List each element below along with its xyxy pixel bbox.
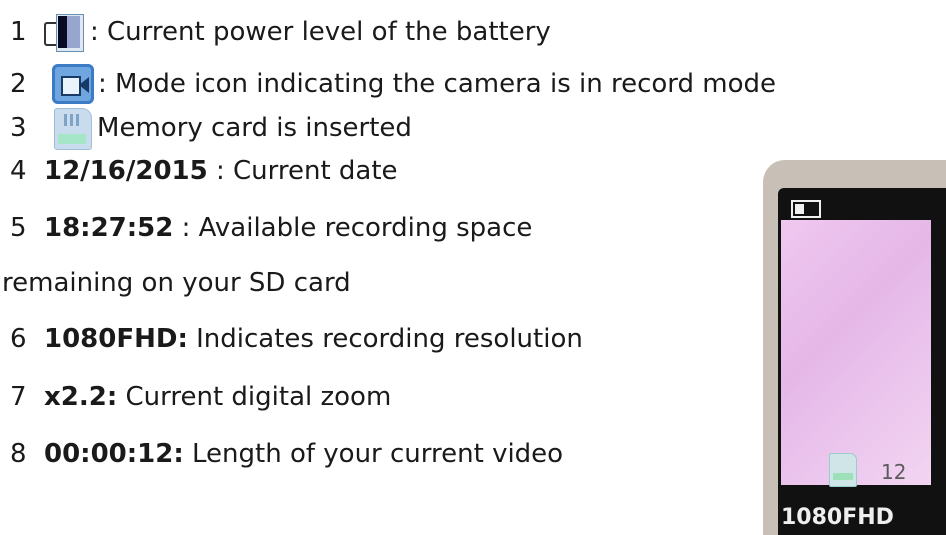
legend-line-4: 4 12/16/2015 : Current date	[10, 151, 398, 191]
item-number: 1	[10, 17, 27, 47]
item-term: x2.2:	[44, 382, 118, 412]
item-term: 18:27:52	[44, 213, 174, 243]
legend-line-continuation: remaining on your SD card	[2, 263, 351, 303]
item-number: 2	[10, 69, 27, 99]
legend-line-8: 8 00:00:12: Length of your current video	[10, 434, 563, 474]
camera-screen-photo: 12 1080FHD	[763, 160, 946, 535]
item-text: : Available recording space	[173, 213, 533, 243]
legend-line-1: 1 : Current power level of the battery	[10, 12, 551, 52]
item-text: remaining on your SD card	[2, 268, 351, 298]
legend-line-6: 6 1080FHD: Indicates recording resolution	[10, 319, 583, 359]
item-text: Length of your current video	[183, 439, 564, 469]
legend-line-3: 3 : Memory card is inserted	[10, 108, 412, 150]
item-text: Current digital zoom	[117, 382, 392, 412]
item-text: Indicates recording resolution	[187, 324, 583, 354]
item-number: 7	[10, 382, 27, 412]
item-number: 8	[10, 439, 27, 469]
item-term: 00:00:12:	[44, 439, 184, 469]
item-number: 4	[10, 156, 27, 186]
item-text: : Current date	[207, 156, 398, 186]
lcd-sd-card-icon	[829, 453, 857, 487]
item-text: : Memory card is inserted	[80, 113, 412, 143]
item-number: 5	[10, 213, 27, 243]
lcd-date-fragment: 12	[881, 460, 907, 484]
lcd-resolution-fragment: 1080FHD	[781, 505, 894, 530]
item-number: 6	[10, 324, 27, 354]
legend-line-5: 5 18:27:52 : Available recording space	[10, 208, 532, 248]
item-text: : Mode icon indicating the camera is in …	[98, 69, 777, 99]
item-text: : Current power level of the battery	[90, 17, 551, 47]
sd-card-icon	[54, 108, 92, 150]
video-camera-icon	[52, 64, 94, 104]
item-number: 3	[10, 113, 27, 143]
battery-icon	[44, 14, 86, 52]
item-term: 1080FHD:	[44, 324, 188, 354]
item-term: 12/16/2015	[44, 156, 208, 186]
legend-line-2: 2 : Mode icon indicating the camera is i…	[10, 64, 776, 104]
legend-line-7: 7 x2.2: Current digital zoom	[10, 377, 391, 417]
lcd-battery-icon	[791, 200, 821, 218]
camera-lcd-display	[781, 220, 931, 485]
